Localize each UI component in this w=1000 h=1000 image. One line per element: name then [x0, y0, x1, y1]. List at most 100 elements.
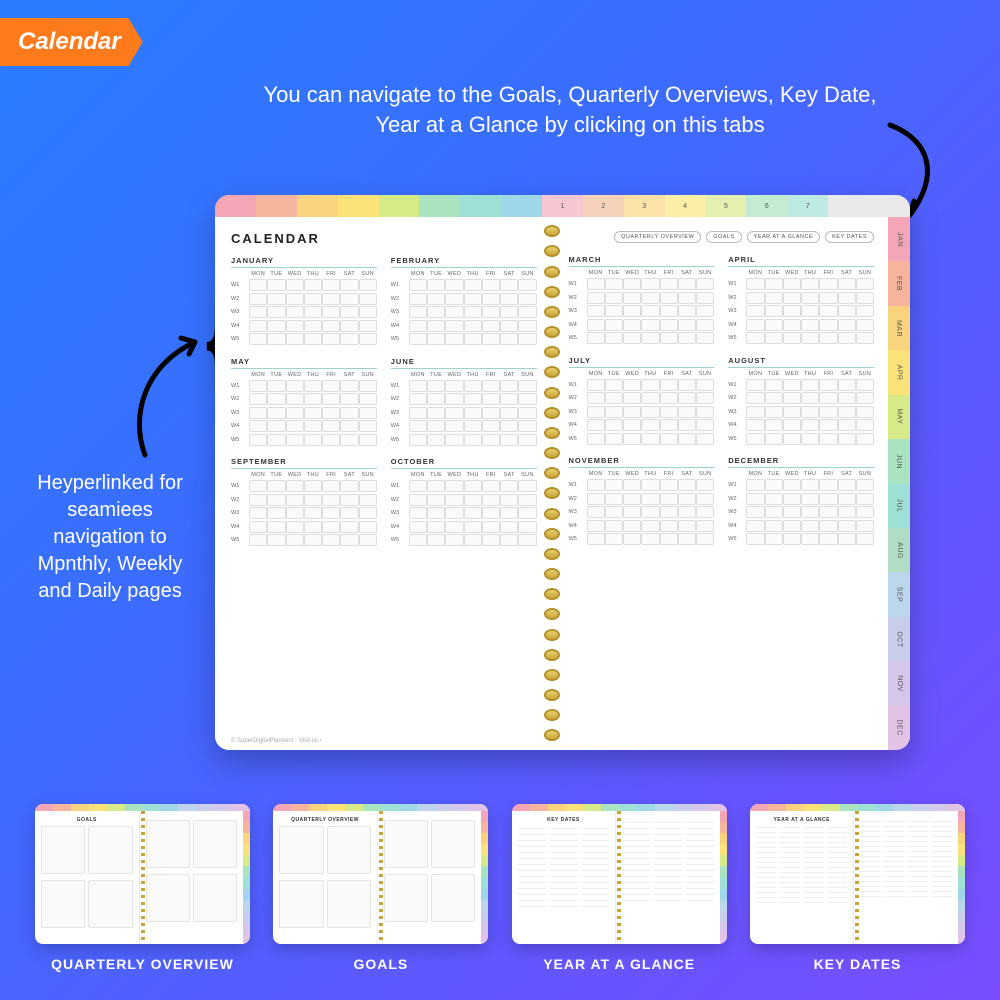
day-cell[interactable]	[249, 407, 267, 419]
week-label[interactable]: W3	[569, 406, 587, 418]
day-cell[interactable]	[249, 393, 267, 405]
nav-pill[interactable]: GOALS	[706, 231, 741, 243]
week-label[interactable]: W3	[231, 306, 249, 318]
day-cell[interactable]	[267, 494, 285, 506]
side-tab-apr[interactable]: APR	[888, 350, 910, 394]
day-cell[interactable]	[838, 305, 856, 317]
day-cell[interactable]	[500, 393, 518, 405]
day-cell[interactable]	[746, 278, 764, 290]
day-cell[interactable]	[359, 534, 377, 546]
day-cell[interactable]	[660, 392, 678, 404]
day-cell[interactable]	[838, 479, 856, 491]
day-cell[interactable]	[464, 279, 482, 291]
day-cell[interactable]	[359, 333, 377, 345]
day-cell[interactable]	[322, 380, 340, 392]
day-cell[interactable]	[660, 493, 678, 505]
day-cell[interactable]	[856, 506, 874, 518]
week-label[interactable]: W1	[728, 379, 746, 391]
day-cell[interactable]	[482, 380, 500, 392]
day-cell[interactable]	[783, 493, 801, 505]
day-cell[interactable]	[838, 292, 856, 304]
day-cell[interactable]	[445, 521, 463, 533]
day-cell[interactable]	[856, 406, 874, 418]
day-cell[interactable]	[660, 292, 678, 304]
day-cell[interactable]	[696, 379, 714, 391]
day-cell[interactable]	[304, 407, 322, 419]
day-cell[interactable]	[660, 319, 678, 331]
day-cell[interactable]	[746, 292, 764, 304]
day-cell[interactable]	[464, 393, 482, 405]
day-cell[interactable]	[286, 306, 304, 318]
day-cell[interactable]	[322, 333, 340, 345]
week-label[interactable]: W4	[391, 320, 409, 332]
top-tab[interactable]: 1	[542, 195, 583, 217]
thumbnail[interactable]: QUARTERLY OVERVIEWGOALS	[273, 804, 488, 972]
day-cell[interactable]	[518, 380, 536, 392]
day-cell[interactable]	[765, 406, 783, 418]
day-cell[interactable]	[286, 480, 304, 492]
day-cell[interactable]	[801, 520, 819, 532]
week-label[interactable]: W2	[391, 494, 409, 506]
day-cell[interactable]	[267, 380, 285, 392]
day-cell[interactable]	[500, 434, 518, 446]
month-block[interactable]: APRILMONTUEWEDTHUFRISATSUNW1W2W3W4W5	[728, 255, 874, 346]
day-cell[interactable]	[267, 521, 285, 533]
day-cell[interactable]	[500, 534, 518, 546]
top-tab[interactable]: 5	[706, 195, 747, 217]
day-cell[interactable]	[249, 279, 267, 291]
day-cell[interactable]	[249, 320, 267, 332]
day-cell[interactable]	[746, 520, 764, 532]
day-cell[interactable]	[765, 319, 783, 331]
day-cell[interactable]	[518, 293, 536, 305]
day-cell[interactable]	[623, 406, 641, 418]
week-label[interactable]: W5	[231, 333, 249, 345]
day-cell[interactable]	[746, 305, 764, 317]
day-cell[interactable]	[427, 293, 445, 305]
day-cell[interactable]	[427, 534, 445, 546]
day-cell[interactable]	[427, 393, 445, 405]
week-label[interactable]: W3	[728, 506, 746, 518]
week-label[interactable]: W1	[231, 279, 249, 291]
day-cell[interactable]	[678, 332, 696, 344]
side-tab-may[interactable]: MAY	[888, 395, 910, 439]
day-cell[interactable]	[605, 406, 623, 418]
day-cell[interactable]	[746, 319, 764, 331]
day-cell[interactable]	[856, 332, 874, 344]
day-cell[interactable]	[765, 278, 783, 290]
day-cell[interactable]	[500, 507, 518, 519]
day-cell[interactable]	[605, 506, 623, 518]
day-cell[interactable]	[856, 419, 874, 431]
week-label[interactable]: W5	[391, 434, 409, 446]
day-cell[interactable]	[819, 506, 837, 518]
day-cell[interactable]	[249, 434, 267, 446]
day-cell[interactable]	[605, 392, 623, 404]
day-cell[interactable]	[340, 480, 358, 492]
month-block[interactable]: MARCHMONTUEWEDTHUFRISATSUNW1W2W3W4W5	[569, 255, 715, 346]
day-cell[interactable]	[696, 433, 714, 445]
day-cell[interactable]	[482, 306, 500, 318]
day-cell[interactable]	[623, 506, 641, 518]
thumbnail[interactable]: KEY DATESYEAR AT A GLANCE	[512, 804, 727, 972]
day-cell[interactable]	[409, 306, 427, 318]
day-cell[interactable]	[696, 406, 714, 418]
day-cell[interactable]	[660, 433, 678, 445]
thumbnail[interactable]: YEAR AT A GLANCEKEY DATES	[750, 804, 965, 972]
day-cell[interactable]	[286, 293, 304, 305]
top-tab[interactable]: 3	[624, 195, 665, 217]
day-cell[interactable]	[518, 521, 536, 533]
day-cell[interactable]	[359, 480, 377, 492]
week-label[interactable]: W2	[569, 493, 587, 505]
day-cell[interactable]	[660, 479, 678, 491]
day-cell[interactable]	[359, 434, 377, 446]
day-cell[interactable]	[696, 493, 714, 505]
day-cell[interactable]	[605, 332, 623, 344]
day-cell[interactable]	[249, 333, 267, 345]
day-cell[interactable]	[445, 333, 463, 345]
day-cell[interactable]	[340, 434, 358, 446]
day-cell[interactable]	[427, 407, 445, 419]
day-cell[interactable]	[445, 393, 463, 405]
day-cell[interactable]	[359, 279, 377, 291]
day-cell[interactable]	[819, 332, 837, 344]
day-cell[interactable]	[765, 292, 783, 304]
day-cell[interactable]	[678, 392, 696, 404]
